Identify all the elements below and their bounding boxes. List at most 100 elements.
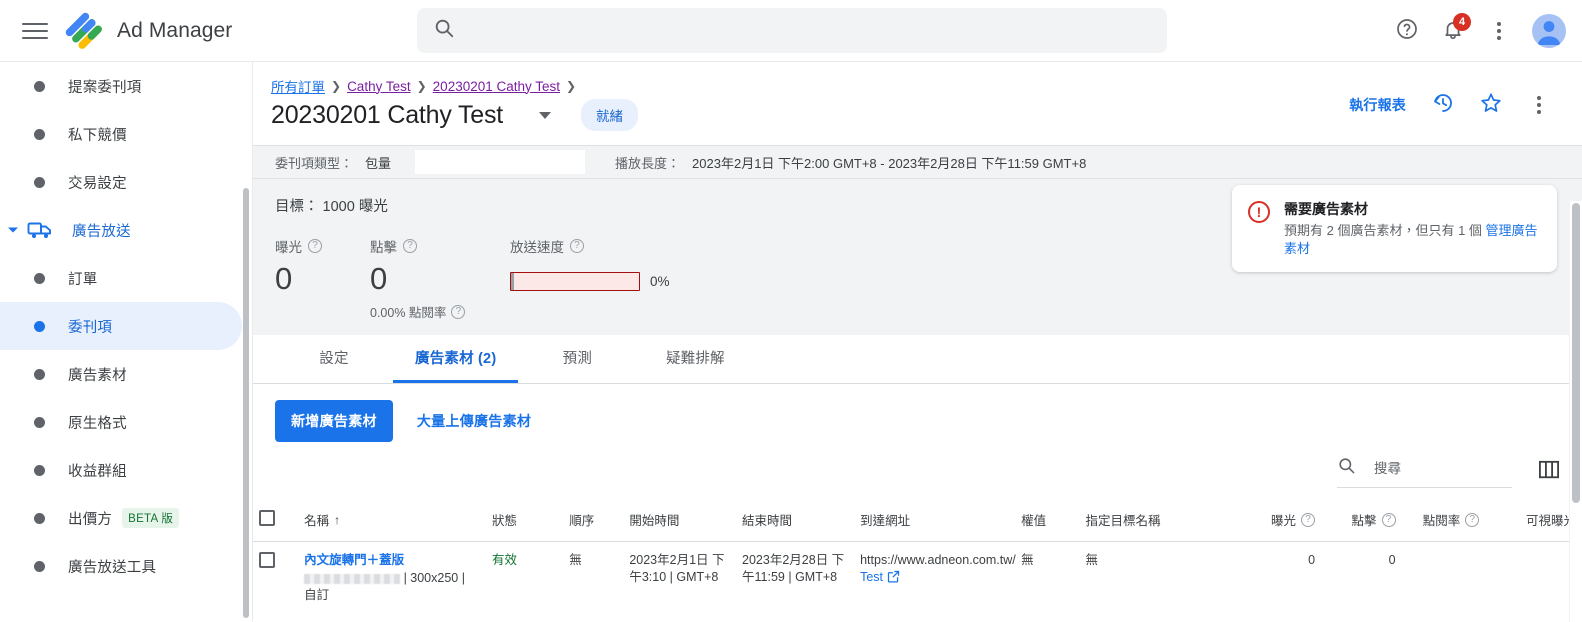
destination-url-link[interactable]: Test bbox=[860, 570, 883, 584]
sidebar-item-creatives[interactable]: 廣告素材 bbox=[0, 350, 242, 398]
favorite-button[interactable] bbox=[1470, 84, 1512, 126]
sidebar-item-deal-settings[interactable]: 交易設定 bbox=[0, 158, 242, 206]
sidebar-item-bidders[interactable]: 出價方 BETA 版 bbox=[0, 494, 242, 542]
bullet-icon bbox=[34, 272, 45, 284]
ad-manager-logo-icon bbox=[64, 11, 104, 51]
bulk-upload-creatives-button[interactable]: 大量上傳廣告素材 bbox=[403, 400, 545, 442]
notifications-button[interactable]: 4 bbox=[1432, 10, 1474, 52]
notification-badge: 4 bbox=[1453, 13, 1471, 31]
line-item-type-value: 包量 bbox=[365, 155, 392, 171]
history-button[interactable] bbox=[1422, 84, 1464, 126]
sidebar-scrollbar[interactable] bbox=[243, 188, 249, 618]
column-header-viewable-impressions[interactable]: 可視曝光 bbox=[1485, 500, 1582, 542]
goal-value: 1000 曝光 bbox=[322, 199, 388, 215]
table-columns-icon bbox=[1539, 460, 1559, 478]
help-icon[interactable]: ? bbox=[308, 239, 322, 253]
sidebar-item-orders[interactable]: 訂單 bbox=[0, 254, 242, 302]
bullet-icon bbox=[34, 80, 45, 92]
page-more-button[interactable] bbox=[1518, 84, 1560, 126]
weight-value: 無 bbox=[1021, 553, 1034, 567]
help-button[interactable] bbox=[1386, 10, 1428, 52]
checkbox-unchecked-icon[interactable] bbox=[259, 510, 275, 526]
breadcrumb-separator-icon: ❯ bbox=[331, 79, 342, 93]
column-header-end-time[interactable]: 結束時間 bbox=[736, 500, 855, 542]
open-in-new-icon[interactable] bbox=[886, 569, 901, 589]
star-outline-icon bbox=[1479, 91, 1503, 120]
pace-percent-label: 0% bbox=[650, 274, 670, 289]
page-title: 20230201 Cathy Test bbox=[271, 100, 504, 129]
column-header-state[interactable]: 狀態 bbox=[485, 500, 564, 542]
sidebar-navigation[interactable]: 提案委刊項 私下競價 交易設定 廣告放送 訂單 委刊項 廣告素材 原生格式 收益… bbox=[0, 62, 253, 622]
bullet-icon bbox=[34, 464, 45, 476]
chevron-down-icon[interactable] bbox=[539, 111, 552, 119]
column-header-clicks[interactable]: 點擊? bbox=[1321, 500, 1402, 542]
metric-label-text: 點擊 bbox=[370, 240, 397, 255]
bullet-icon bbox=[34, 176, 45, 188]
metric-impressions: 曝光 ? 0 bbox=[275, 236, 370, 297]
cell-start-time: 2023年2月1日 下午3:10 | GMT+8 bbox=[623, 542, 736, 615]
table-row[interactable]: 內文旋轉門＋蓋版 | 300x250 | 自訂 有效 無 2023年2月1日 下… bbox=[253, 542, 1582, 615]
global-search[interactable] bbox=[417, 8, 1167, 53]
checkbox-unchecked-icon[interactable] bbox=[259, 552, 275, 568]
cell-end-time: 2023年2月28日 下午11:59 | GMT+8 bbox=[736, 542, 854, 615]
sidebar-item-label: 出價方 bbox=[68, 511, 113, 528]
help-icon[interactable]: ? bbox=[1465, 512, 1480, 527]
column-header-start-time[interactable]: 開始時間 bbox=[623, 500, 737, 542]
help-icon[interactable]: ? bbox=[570, 239, 584, 253]
avatar[interactable] bbox=[1532, 14, 1566, 48]
tab-troubleshoot[interactable]: 疑難排解 bbox=[636, 335, 754, 383]
column-settings-button[interactable] bbox=[1538, 460, 1560, 485]
sidebar-group-delivery[interactable]: 廣告放送 bbox=[0, 206, 242, 254]
sidebar-item-native-formats[interactable]: 原生格式 bbox=[0, 398, 242, 446]
start-time-value: 2023年2月1日 下午3:10 | GMT+8 bbox=[629, 553, 725, 584]
sidebar-item-label: 訂單 bbox=[68, 271, 98, 288]
column-header-ctr[interactable]: 點閱率? bbox=[1401, 500, 1486, 542]
metric-clicks-value: 0 bbox=[370, 261, 388, 296]
brand[interactable]: Ad Manager bbox=[64, 11, 232, 51]
sidebar-item-delivery-tools[interactable]: 廣告放送工具 bbox=[0, 542, 242, 590]
content-scrollbar-thumb[interactable] bbox=[1572, 203, 1580, 503]
run-report-button[interactable]: 執行報表 bbox=[1339, 87, 1416, 123]
column-header-weight[interactable]: 權值 bbox=[1015, 500, 1080, 542]
content-scrollbar[interactable] bbox=[1569, 201, 1582, 622]
column-header-destination-url[interactable]: 到達網址 bbox=[854, 500, 1016, 542]
sidebar-item-yield-groups[interactable]: 收益群組 bbox=[0, 446, 242, 494]
tab-creatives[interactable]: 廣告素材 (2) bbox=[393, 335, 519, 383]
global-search-input[interactable] bbox=[469, 21, 1129, 40]
column-header-targeting-name[interactable]: 指定目標名稱 bbox=[1079, 500, 1241, 542]
table-search-input[interactable] bbox=[1372, 459, 1502, 477]
metric-impressions-value: 0 bbox=[275, 261, 293, 296]
help-icon[interactable]: ? bbox=[1381, 512, 1396, 527]
breadcrumb-item-all-orders[interactable]: 所有訂單 bbox=[271, 76, 325, 96]
cell-impressions: 0 bbox=[1241, 542, 1322, 615]
add-creative-button[interactable]: 新增廣告素材 bbox=[275, 400, 393, 442]
duration-label: 播放長度： bbox=[615, 155, 681, 171]
chevron-down-icon bbox=[8, 227, 18, 233]
truck-icon bbox=[27, 219, 53, 241]
breadcrumb-item-order[interactable]: Cathy Test bbox=[347, 79, 411, 94]
table-search[interactable] bbox=[1337, 456, 1512, 488]
tab-settings[interactable]: 設定 bbox=[275, 335, 393, 383]
top-more-button[interactable] bbox=[1478, 10, 1520, 52]
creative-meta: | 300x250 | 自訂 bbox=[304, 570, 480, 604]
help-icon[interactable]: ? bbox=[451, 304, 466, 319]
column-header-impressions[interactable]: 曝光? bbox=[1240, 500, 1322, 542]
column-header-name[interactable]: 名稱 ↑ bbox=[298, 500, 486, 542]
hamburger-menu-icon[interactable] bbox=[22, 18, 48, 44]
sidebar-item-private-auction[interactable]: 私下競價 bbox=[0, 110, 242, 158]
search-icon bbox=[433, 17, 455, 44]
tab-forecast[interactable]: 預測 bbox=[518, 335, 636, 383]
breadcrumb-item-line-item[interactable]: 20230201 Cathy Test bbox=[433, 79, 560, 94]
cell-name: 內文旋轉門＋蓋版 | 300x250 | 自訂 bbox=[298, 542, 486, 615]
line-item-type-label: 委刊項類型： bbox=[275, 155, 354, 171]
help-icon[interactable]: ? bbox=[1301, 512, 1316, 527]
duration-value: 2023年2月1日 下午2:00 GMT+8 - 2023年2月28日 下午11… bbox=[692, 155, 1087, 171]
column-header-order[interactable]: 順序 bbox=[563, 500, 624, 542]
sidebar-item-line-items[interactable]: 委刊項 bbox=[0, 302, 242, 350]
creative-name-link[interactable]: 內文旋轉門＋蓋版 bbox=[304, 552, 480, 569]
bullet-icon bbox=[34, 560, 45, 572]
help-icon[interactable]: ? bbox=[403, 239, 417, 253]
sidebar-item-proposal-line-items[interactable]: 提案委刊項 bbox=[0, 62, 242, 110]
detail-tabs: 設定 廣告素材 (2) 預測 疑難排解 bbox=[253, 335, 1582, 384]
column-label: 到達網址 bbox=[860, 514, 911, 528]
